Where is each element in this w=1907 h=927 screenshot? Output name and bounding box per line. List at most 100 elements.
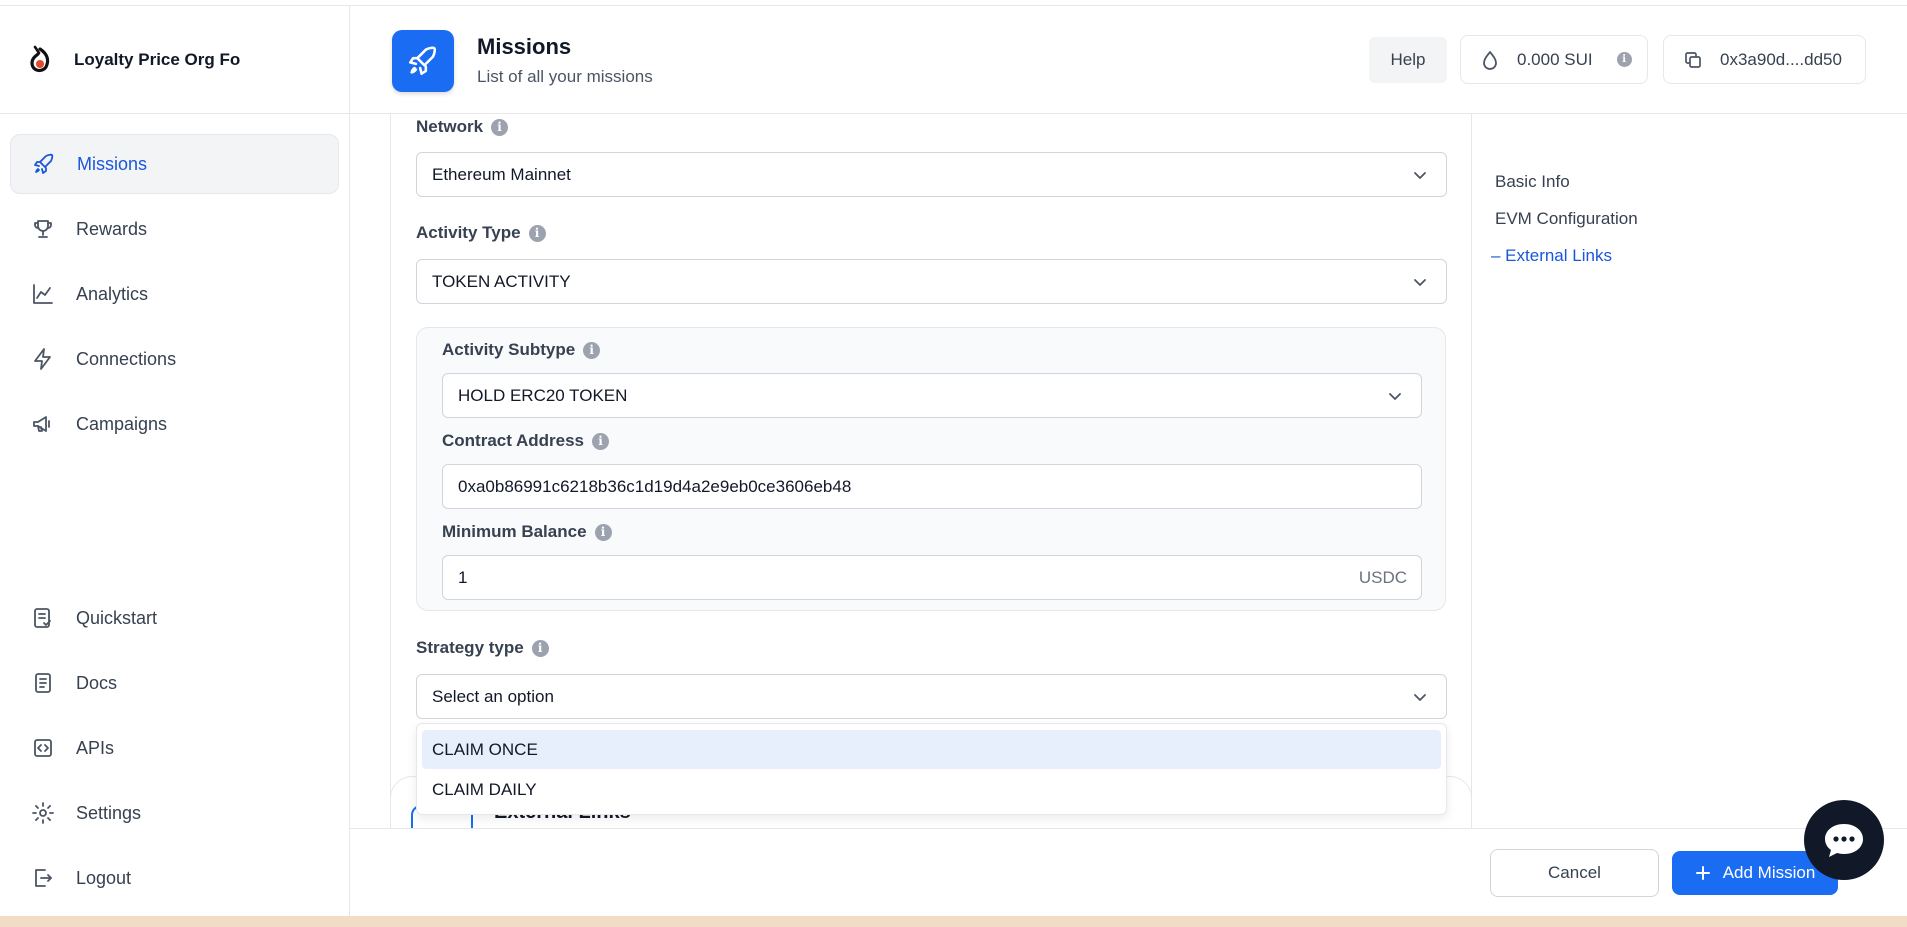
plus-icon [1695,865,1711,881]
sidebar-item-label: Docs [76,672,118,693]
strategy-type-select[interactable]: Select an option [416,674,1447,719]
wallet-address-text: 0x3a90d....dd50 [1720,49,1842,69]
activity-subtype-select[interactable]: HOLD ERC20 TOKEN [442,373,1422,418]
chat-widget-button[interactable] [1804,800,1884,880]
outline-item-basic-info[interactable]: Basic Info [1495,172,1638,192]
balance-text: 0.000 SUI [1517,49,1593,69]
strategy-type-placeholder: Select an option [432,686,554,706]
sidebar-item-quickstart[interactable]: Quickstart [10,588,340,648]
megaphone-icon [30,411,56,437]
activity-type-value: TOKEN ACTIVITY [432,271,571,291]
sidebar-item-label: Campaigns [76,413,168,434]
contract-address-label-text: Contract Address [442,431,585,450]
sidebar-item-label: Quickstart [76,607,158,628]
chevron-down-icon [1412,689,1428,710]
chevron-down-icon [1412,167,1428,188]
strategy-type-dropdown: CLAIM ONCE CLAIM DAILY [416,723,1447,815]
wallet-address-button[interactable]: 0x3a90d....dd50 [1663,35,1866,84]
contract-address-input[interactable]: 0xa0b86991c6218b36c1d19d4a2e9eb0ce3606eb… [442,464,1422,509]
cancel-button[interactable]: Cancel [1490,849,1659,897]
sidebar-item-logout[interactable]: Logout [10,848,340,908]
code-icon [30,735,56,761]
document-icon [30,670,56,696]
strategy-type-label-text: Strategy type [416,638,524,657]
sidebar-item-rewards[interactable]: Rewards [10,199,339,259]
info-icon[interactable]: i [594,523,612,541]
sidebar-item-label: Missions [77,153,148,174]
sidebar-item-label: Logout [76,867,132,888]
sidebar-item-campaigns[interactable]: Campaigns [10,394,339,454]
network-label: Network i [416,117,509,137]
outline-item-external-links[interactable]: – External Links [1491,246,1638,266]
rocket-icon [31,151,57,177]
page-subtitle: List of all your missions [477,67,653,86]
chart-line-icon [30,281,56,307]
balance-button[interactable]: 0.000 SUI i [1460,35,1648,84]
sidebar-item-label: Analytics [76,283,149,304]
currency-suffix: USDC [1358,568,1407,587]
chevron-down-icon [1412,274,1428,295]
droplet-icon [1481,50,1499,70]
sidebar-item-analytics[interactable]: Analytics [10,264,339,324]
info-icon: i [1616,52,1632,67]
sidebar-nav: Missions Rewards Analytics Connections C… [0,134,349,454]
sidebar-item-label: Settings [76,802,142,823]
brand-name: Loyalty Price Org Fo [74,49,241,69]
page-header: Missions List of all your missions Help … [350,6,1907,114]
activity-type-select[interactable]: TOKEN ACTIVITY [416,259,1447,304]
network-value: Ethereum Mainnet [432,164,571,184]
sidebar-item-label: Connections [76,348,177,369]
sidebar: Loyalty Price Org Fo Missions Rewards An… [0,6,350,916]
minimum-balance-label-text: Minimum Balance [442,522,587,541]
sidebar-item-connections[interactable]: Connections [10,329,339,389]
activity-subtype-label: Activity Subtype i [442,340,601,360]
outline-item-evm-configuration[interactable]: EVM Configuration [1495,209,1638,229]
info-icon[interactable]: i [528,224,546,242]
activity-type-label-text: Activity Type [416,223,521,242]
info-icon[interactable]: i [583,341,601,359]
option-claim-daily[interactable]: CLAIM DAILY [422,770,1441,809]
chevron-down-icon [1387,388,1403,409]
sidebar-item-docs[interactable]: Docs [10,653,340,713]
rocket-icon [392,30,454,92]
section-outline: Basic Info EVM Configuration – External … [1491,172,1638,283]
sidebar-item-label: APIs [76,737,115,758]
help-button[interactable]: Help [1369,37,1447,83]
add-mission-label: Add Mission [1722,863,1816,882]
sidebar-bottom-nav: Quickstart Docs APIs Settings Logout [10,588,340,913]
sidebar-item-label: Rewards [76,218,148,239]
network-select[interactable]: Ethereum Mainnet [416,152,1447,197]
brand[interactable]: Loyalty Price Org Fo [0,6,349,114]
minimum-balance-value: 1 [458,567,468,587]
checklist-icon [30,605,56,631]
main-content: Network i Ethereum Mainnet Activity Type… [350,114,1907,828]
trophy-icon [30,216,56,242]
os-taskbar [0,916,1907,927]
brand-logo-icon [24,44,56,76]
sidebar-item-apis[interactable]: APIs [10,718,340,778]
activity-subtype-panel: Activity Subtype i HOLD ERC20 TOKEN Cont… [416,327,1446,611]
contract-address-value: 0xa0b86991c6218b36c1d19d4a2e9eb0ce3606eb… [458,476,852,496]
network-label-text: Network [416,117,484,136]
activity-type-label: Activity Type i [416,223,546,243]
copy-icon [1684,51,1702,69]
activity-subtype-label-text: Activity Subtype [442,340,576,359]
sidebar-item-settings[interactable]: Settings [10,783,340,843]
minimum-balance-input[interactable]: 1 USDC [442,555,1422,600]
info-icon[interactable]: i [531,639,549,657]
bolt-icon [30,346,56,372]
activity-subtype-value: HOLD ERC20 TOKEN [458,385,628,405]
info-icon[interactable]: i [592,432,610,450]
form-footer: Cancel Add Mission [350,828,1907,916]
logout-icon [30,865,56,891]
contract-address-label: Contract Address i [442,431,610,451]
minimum-balance-label: Minimum Balance i [442,522,612,542]
strategy-type-label: Strategy type i [416,638,549,658]
app-root: Loyalty Price Org Fo Missions Rewards An… [0,0,1907,927]
sidebar-item-missions[interactable]: Missions [10,134,339,194]
chat-bubble-icon [1822,820,1866,860]
info-icon[interactable]: i [491,118,509,136]
page-title: Missions [477,34,572,59]
gear-icon [30,800,56,826]
option-claim-once[interactable]: CLAIM ONCE [422,730,1441,769]
